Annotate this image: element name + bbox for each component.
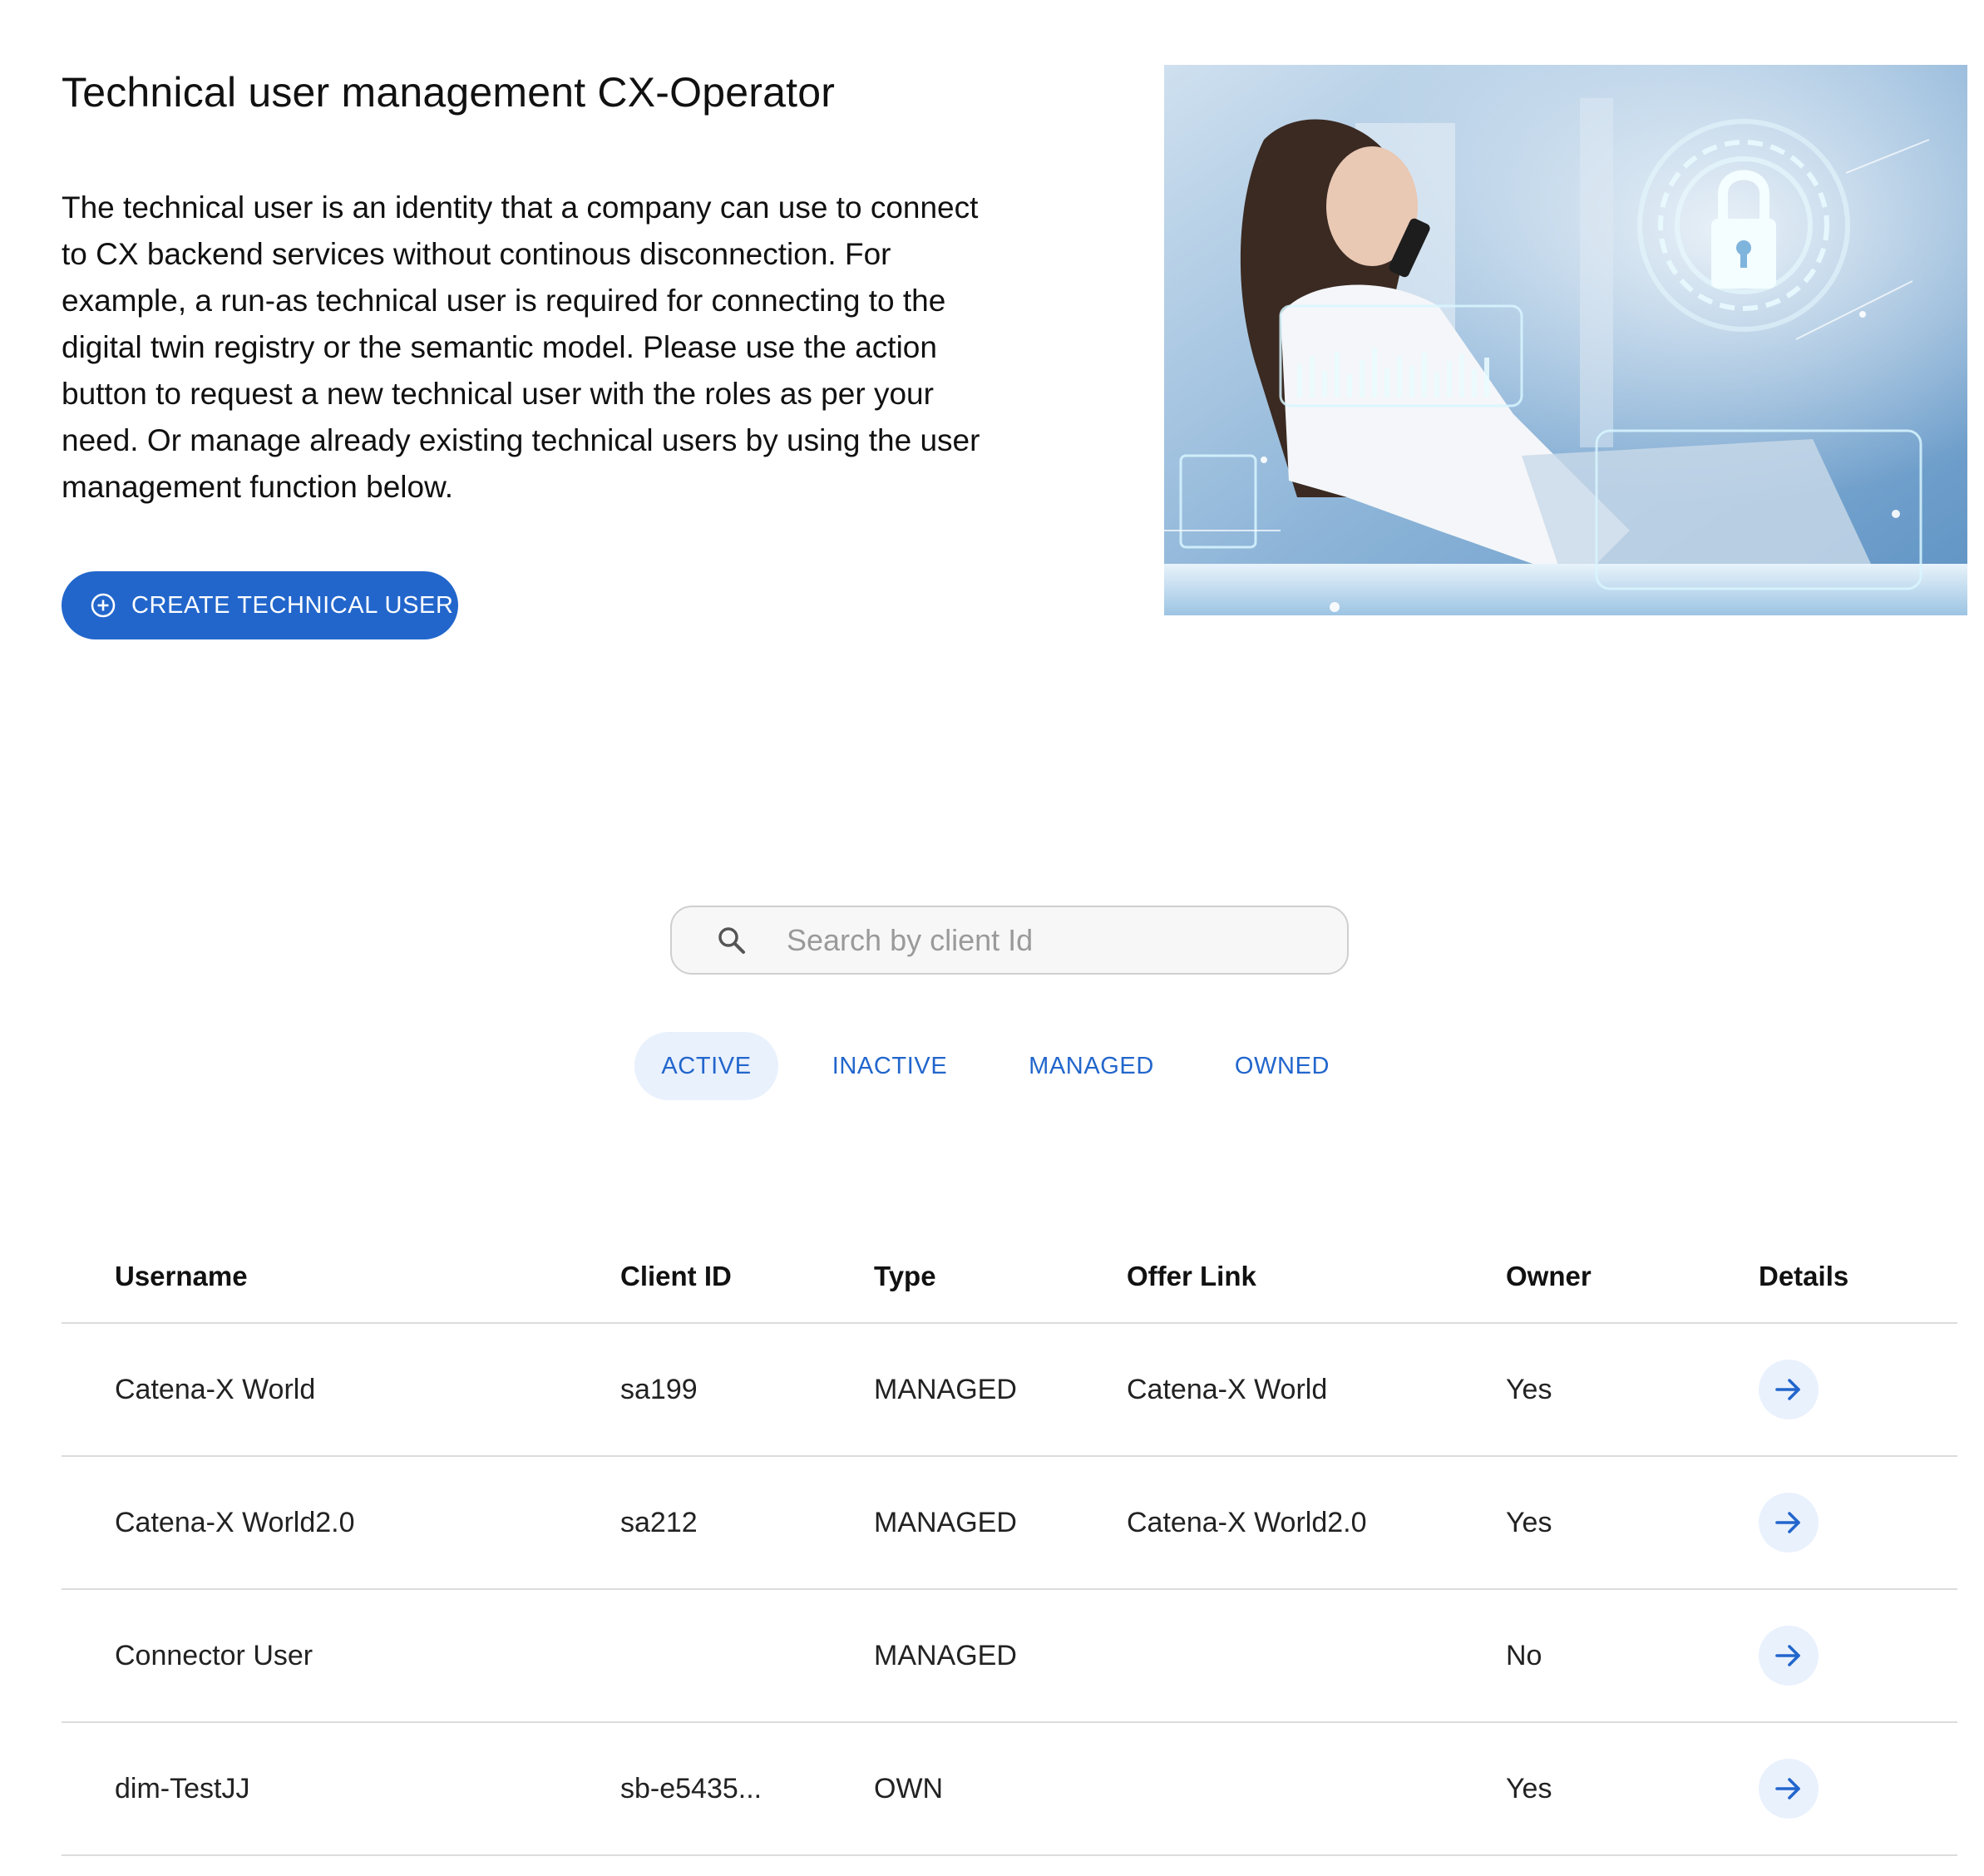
cell-username: Catena-X World2.0 — [115, 1506, 355, 1538]
table-row: Catena-X World2.0 sa212 MANAGED Catena-X… — [62, 1457, 1957, 1590]
cell-type: MANAGED — [874, 1506, 1017, 1538]
cell-owner: Yes — [1506, 1506, 1552, 1538]
cell-client-id: sb-e5435... — [620, 1772, 763, 1804]
technical-user-management-page: Technical user management CX-Operator Th… — [0, 0, 1984, 1876]
tab-owned[interactable]: OWNED — [1219, 1032, 1345, 1100]
arrow-right-icon — [1775, 1778, 1800, 1799]
column-header-details: Details — [1759, 1261, 1849, 1291]
table-row: dim-TestJJ sb-e5435... OWN Yes — [62, 1723, 1957, 1856]
plus-circle-icon — [90, 592, 116, 619]
column-header-owner: Owner — [1506, 1261, 1592, 1291]
cell-type: MANAGED — [874, 1373, 1017, 1405]
column-header-type: Type — [874, 1261, 936, 1291]
arrow-right-icon — [1775, 1379, 1800, 1400]
details-button[interactable] — [1759, 1493, 1819, 1553]
page-description: The technical user is an identity that a… — [62, 190, 980, 504]
cell-owner: Yes — [1506, 1373, 1552, 1405]
details-cell — [1759, 1723, 1819, 1854]
cell-client-id: sa212 — [620, 1506, 698, 1538]
column-header-offer-link: Offer Link — [1127, 1261, 1256, 1291]
table-header: Username Client ID Type Offer Link Owner… — [62, 1231, 1957, 1324]
table-row: Connector User MANAGED No — [62, 1590, 1957, 1723]
page-title: Technical user management CX-Operator — [62, 69, 836, 116]
technical-users-table: Username Client ID Type Offer Link Owner… — [62, 1231, 1957, 1856]
arrow-right-icon — [1775, 1645, 1800, 1666]
cell-client-id: sa199 — [620, 1373, 698, 1405]
details-cell — [1759, 1457, 1819, 1588]
details-button[interactable] — [1759, 1626, 1819, 1686]
cell-owner: Yes — [1506, 1772, 1552, 1804]
cell-username: Catena-X World — [115, 1373, 316, 1405]
filter-tabs: ACTIVE INACTIVE MANAGED OWNED — [0, 1032, 1984, 1100]
create-technical-user-label: CREATE TECHNICAL USER — [131, 591, 454, 619]
column-header-client-id: Client ID — [620, 1261, 732, 1291]
details-cell — [1759, 1590, 1819, 1721]
cell-type: MANAGED — [874, 1639, 1017, 1671]
create-technical-user-button[interactable]: CREATE TECHNICAL USER — [62, 571, 458, 639]
hero-image — [1164, 65, 1967, 615]
cell-owner: No — [1506, 1639, 1542, 1671]
cell-offer-link: Catena-X World — [1127, 1373, 1328, 1405]
tab-managed[interactable]: MANAGED — [1014, 1032, 1168, 1100]
details-cell — [1759, 1324, 1819, 1455]
details-button[interactable] — [1759, 1360, 1819, 1419]
search-bar[interactable] — [670, 906, 1349, 975]
column-header-username: Username — [115, 1261, 248, 1291]
search-icon — [715, 924, 748, 957]
details-button[interactable] — [1759, 1759, 1819, 1819]
cell-type: OWN — [874, 1772, 944, 1804]
tab-active[interactable]: ACTIVE — [634, 1032, 778, 1100]
arrow-right-icon — [1775, 1512, 1800, 1533]
search-input[interactable] — [787, 922, 1286, 958]
cell-username: dim-TestJJ — [115, 1772, 250, 1804]
cell-offer-link: Catena-X World2.0 — [1127, 1506, 1367, 1538]
cell-username: Connector User — [115, 1639, 313, 1671]
table-row: Catena-X World sa199 MANAGED Catena-X Wo… — [62, 1324, 1957, 1457]
tab-inactive[interactable]: INACTIVE — [819, 1032, 960, 1100]
